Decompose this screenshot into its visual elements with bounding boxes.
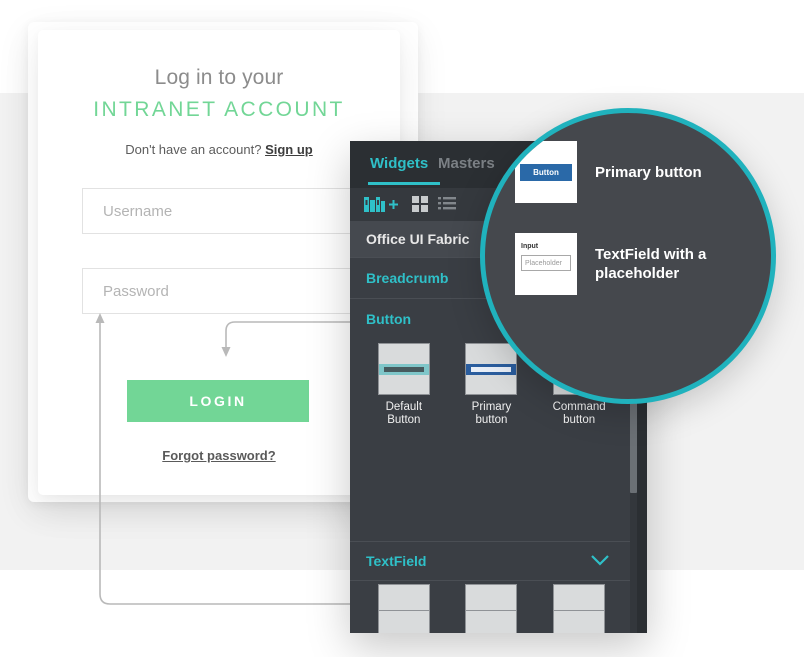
textfield-thumbnail-grid: Default TexField Disabled TextField [350, 584, 633, 633]
placeholder-textfield-thumbnail [553, 584, 606, 633]
section-breadcrumb-label: Breadcrumb [366, 269, 449, 286]
primary-button-label-line2: button [475, 414, 508, 426]
widget-item-default-textfield[interactable]: Default TexField [370, 584, 438, 633]
preview-input-label: Input [521, 243, 539, 250]
password-input[interactable]: Password [82, 268, 378, 314]
magnifier-callout: Button Primary button Input Placeholder … [480, 108, 776, 404]
tab-widgets[interactable]: Widgets [367, 155, 441, 185]
library-add-icon[interactable] [364, 196, 398, 218]
primary-button-preview: Button [515, 141, 577, 203]
forgot-password-link[interactable]: Forgot password? [38, 448, 400, 463]
preview-input-placeholder: Placeholder [521, 255, 571, 271]
magnifier-label-primary-button: Primary button [595, 163, 702, 181]
magnifier-label-textfield: TextField with a placeholder [595, 246, 707, 282]
textfield-preview: Input Placeholder [515, 233, 577, 295]
section-textfield[interactable]: TextField [350, 541, 633, 581]
command-button-label-line2: button [563, 414, 596, 426]
screenshot-stage: Log in to your INTRANET ACCOUNT Don't ha… [0, 0, 804, 657]
signup-row: Don't have an account? Sign up [38, 142, 400, 157]
grid-view-icon[interactable] [412, 196, 428, 217]
widget-item-placeholder-textfield[interactable]: TextField with a placeholder [545, 584, 613, 633]
default-button-label-line1: Default [385, 401, 423, 413]
default-button-thumbnail [377, 343, 430, 395]
signup-prompt-text: Don't have an account? [125, 142, 266, 157]
username-input[interactable]: Username [82, 188, 378, 234]
chevron-down-icon[interactable] [591, 553, 609, 569]
widget-item-default-button[interactable]: Default Button [370, 343, 438, 427]
widget-item-disabled-textfield[interactable]: Disabled TextField [457, 584, 525, 633]
page-subtitle: INTRANET ACCOUNT [93, 98, 345, 121]
magnifier-row-textfield: Input Placeholder TextField with a place… [515, 233, 723, 295]
login-card: Log in to your INTRANET ACCOUNT Don't ha… [38, 30, 400, 495]
tab-masters[interactable]: Masters [438, 155, 495, 172]
page-title: Log in to your [154, 66, 284, 89]
primary-button-thumbnail [465, 343, 518, 395]
disabled-textfield-thumbnail [465, 584, 518, 633]
list-view-icon[interactable] [438, 196, 456, 217]
sign-up-link[interactable]: Sign up [265, 142, 313, 157]
magnifier-row-primary-button: Button Primary button [515, 141, 723, 203]
default-textfield-thumbnail [377, 584, 430, 633]
primary-button-label-line1: Primary [471, 401, 512, 413]
widget-item-primary-button[interactable]: Primary button [457, 343, 525, 427]
login-button[interactable]: LOGIN [127, 380, 309, 422]
preview-button-label: Button [520, 164, 572, 181]
section-textfield-label: TextField [366, 553, 427, 569]
command-button-label-line1: Command [552, 401, 606, 413]
default-button-label-line2: Button [387, 414, 421, 426]
section-button-label: Button [366, 310, 412, 327]
